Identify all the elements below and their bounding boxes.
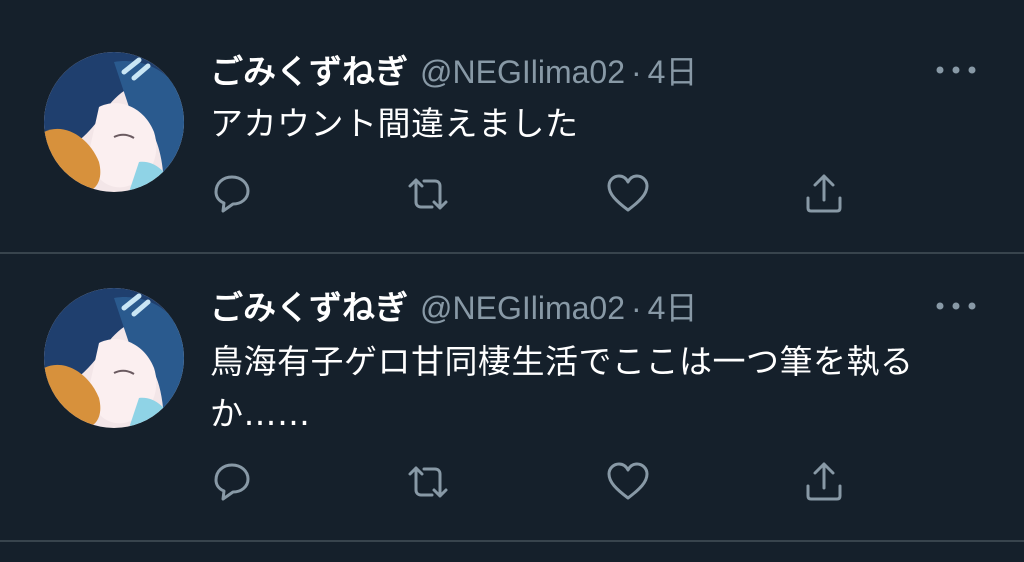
retweet-icon[interactable] bbox=[404, 458, 452, 506]
action-bar bbox=[208, 170, 868, 218]
avatar-image bbox=[44, 52, 184, 192]
reply-icon[interactable] bbox=[208, 458, 256, 506]
action-bar bbox=[208, 458, 868, 506]
reply-icon[interactable] bbox=[208, 170, 256, 218]
share-icon[interactable] bbox=[800, 170, 848, 218]
handle[interactable]: @NEGIlima02 bbox=[420, 54, 625, 90]
timeline: ごみくずねぎ @NEGIlima02 · 4日 アカウント間違えました ごみくず… bbox=[0, 0, 1024, 562]
handle[interactable]: @NEGIlima02 bbox=[420, 290, 625, 326]
timestamp[interactable]: 4日 bbox=[648, 54, 698, 90]
separator: · bbox=[630, 290, 642, 326]
avatar[interactable] bbox=[44, 52, 184, 192]
display-name[interactable]: ごみくずねぎ bbox=[210, 288, 408, 327]
like-icon[interactable] bbox=[604, 170, 652, 218]
avatar-image bbox=[44, 288, 184, 428]
tweet[interactable]: ごみくずねぎ @NEGIlima02 · 4日 鳥海有子ゲロ甘同棲生活でここは一つ筆を… bbox=[0, 254, 1024, 542]
share-icon[interactable] bbox=[800, 458, 848, 506]
like-icon[interactable] bbox=[604, 458, 652, 506]
timestamp[interactable]: 4日 bbox=[648, 290, 698, 326]
tweet-text: アカウント間違えました bbox=[210, 104, 579, 143]
tweet-header: ごみくずねぎ @NEGIlima02 · 4日 bbox=[210, 52, 697, 92]
tweet[interactable]: ごみくずねぎ @NEGIlima02 · 4日 アカウント間違えました bbox=[0, 0, 1024, 254]
tweet-header: ごみくずねぎ @NEGIlima02 · 4日 bbox=[210, 288, 697, 328]
display-name[interactable]: ごみくずねぎ bbox=[210, 52, 408, 91]
separator: · bbox=[630, 54, 642, 90]
more-icon[interactable] bbox=[934, 296, 978, 316]
more-icon[interactable] bbox=[934, 60, 978, 80]
avatar[interactable] bbox=[44, 288, 184, 428]
retweet-icon[interactable] bbox=[404, 170, 452, 218]
tweet-text: 鳥海有子ゲロ甘同棲生活でここは一つ筆を執るか…… bbox=[210, 342, 914, 433]
